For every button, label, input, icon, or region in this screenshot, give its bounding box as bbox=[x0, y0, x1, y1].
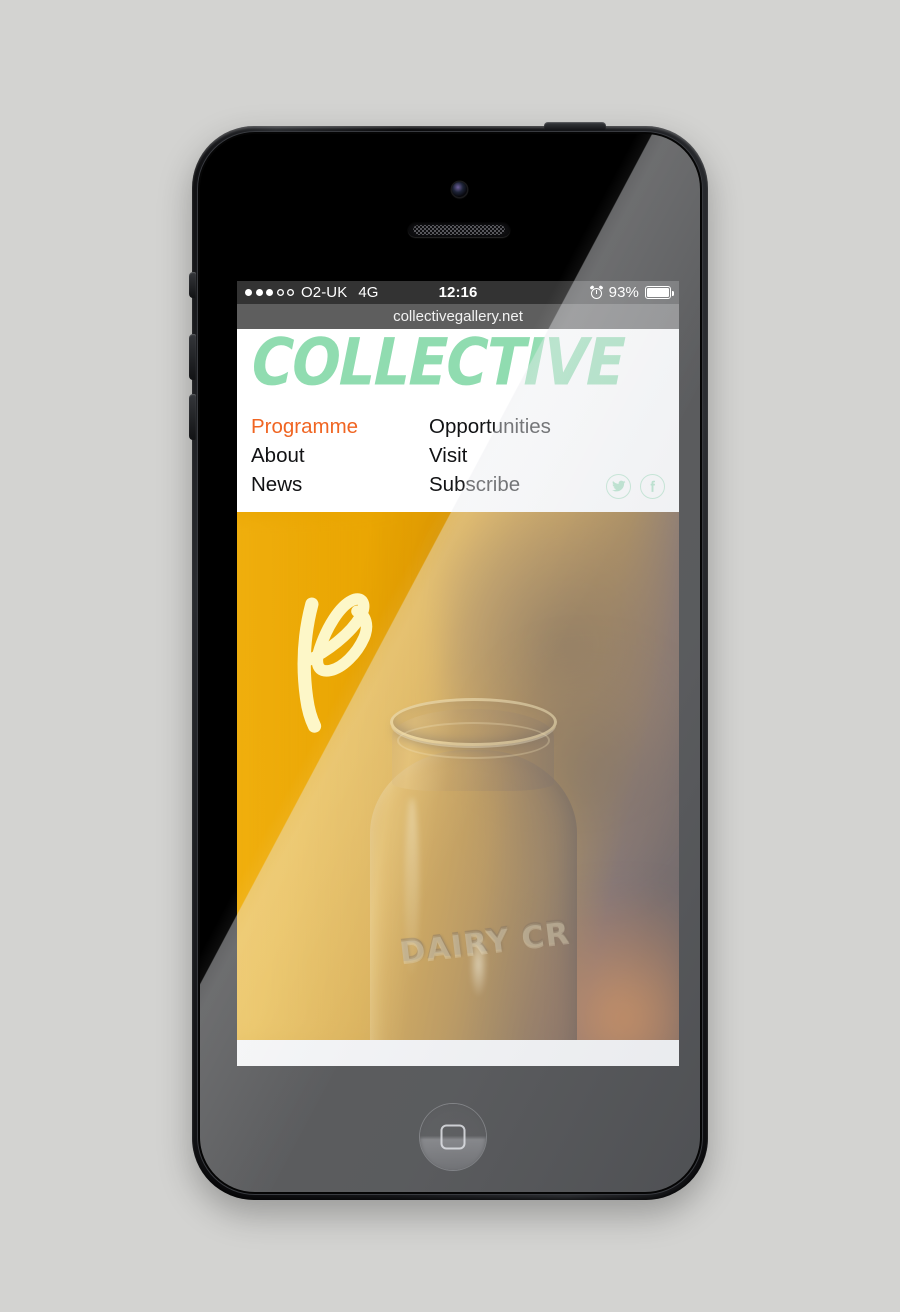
nav-item-programme[interactable]: Programme bbox=[251, 412, 429, 441]
nav-column-left: Programme About News bbox=[251, 412, 429, 499]
home-square-icon bbox=[440, 1124, 466, 1150]
speaker-mesh bbox=[413, 224, 505, 235]
earpiece-speaker bbox=[408, 222, 510, 237]
power-button[interactable] bbox=[544, 122, 606, 130]
web-page: COLLECTIVE Programme About News Opportun… bbox=[237, 325, 679, 1046]
iphone-device: O2-UK 4G 12:16 93% collectivegallery.net… bbox=[189, 122, 708, 1200]
carrier-label: O2-UK bbox=[301, 284, 348, 301]
hero-bottom-strip bbox=[237, 1039, 679, 1046]
battery-percent-label: 93% bbox=[608, 284, 639, 301]
volume-up-button[interactable] bbox=[189, 334, 196, 380]
bottle-embossed-text: DAIRY CR bbox=[397, 914, 572, 971]
alarm-clock-icon bbox=[589, 285, 604, 299]
signal-strength-icon bbox=[245, 289, 294, 296]
nav-item-opportunities[interactable]: Opportunities bbox=[429, 412, 665, 441]
nav-spacer bbox=[237, 498, 679, 512]
network-type-label: 4G bbox=[358, 284, 379, 301]
nav-item-visit[interactable]: Visit bbox=[429, 441, 665, 470]
phone-screen: O2-UK 4G 12:16 93% collectivegallery.net… bbox=[237, 281, 679, 1066]
bottle-inner-rim bbox=[396, 722, 551, 760]
nav-item-about[interactable]: About bbox=[251, 441, 429, 470]
hero-image[interactable]: DAIRY CR bbox=[237, 511, 679, 1040]
url-text: collectivegallery.net bbox=[393, 308, 523, 325]
silent-switch[interactable] bbox=[189, 272, 196, 298]
nav-item-news[interactable]: News bbox=[251, 470, 429, 499]
site-logo: COLLECTIVE bbox=[250, 325, 626, 401]
volume-down-button[interactable] bbox=[189, 394, 196, 440]
facebook-icon[interactable] bbox=[640, 473, 665, 499]
phone-faceplate: O2-UK 4G 12:16 93% collectivegallery.net… bbox=[200, 134, 700, 1192]
status-bar-right: 93% bbox=[589, 284, 675, 301]
home-button[interactable] bbox=[420, 1104, 486, 1170]
twitter-icon[interactable] bbox=[606, 473, 631, 499]
front-camera-icon bbox=[452, 182, 467, 197]
milk-bottle: DAIRY CR bbox=[369, 698, 578, 1040]
battery-icon bbox=[645, 286, 675, 299]
screenshot-stage: O2-UK 4G 12:16 93% collectivegallery.net… bbox=[0, 0, 900, 1312]
bottle-body: DAIRY CR bbox=[369, 749, 578, 1040]
site-logo-container[interactable]: COLLECTIVE bbox=[237, 325, 679, 401]
social-links bbox=[606, 473, 665, 499]
hand-drawn-p-glyph bbox=[288, 578, 385, 742]
phone-inner-frame: O2-UK 4G 12:16 93% collectivegallery.net… bbox=[197, 131, 703, 1195]
bottle-highlight-spot bbox=[469, 931, 488, 998]
site-navigation: Programme About News Opportunities Visit… bbox=[237, 400, 679, 499]
ios-status-bar: O2-UK 4G 12:16 93% bbox=[237, 281, 679, 304]
